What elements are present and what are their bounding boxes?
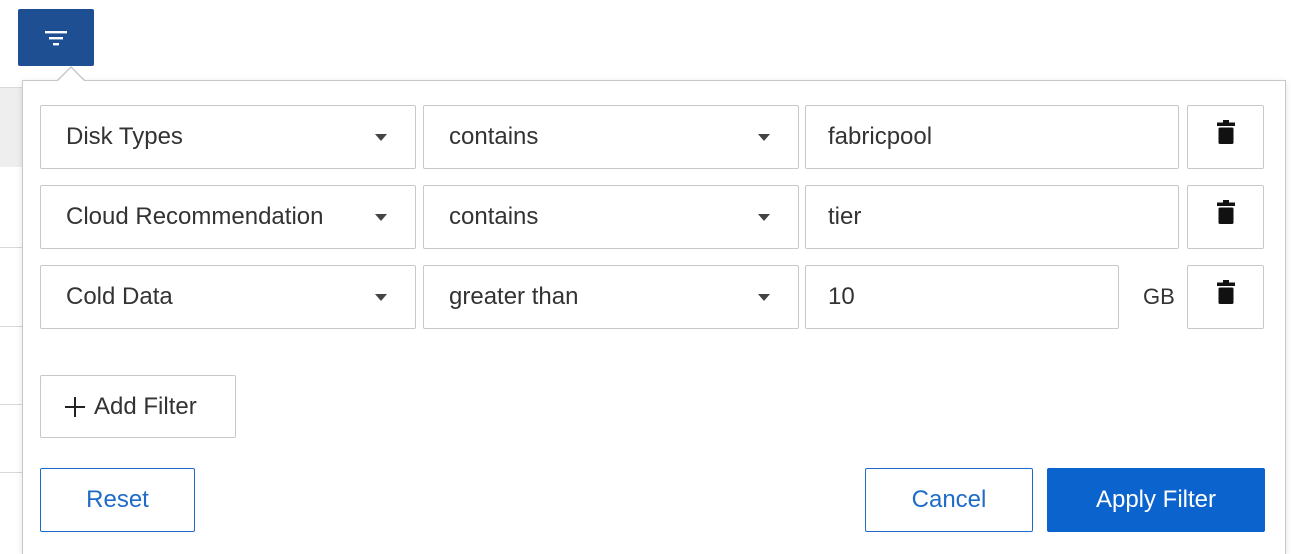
value-input[interactable] <box>805 265 1119 329</box>
add-filter-label: Add Filter <box>94 392 197 420</box>
filter-popover: Disk Types contains Cloud Recommendation… <box>22 80 1286 554</box>
trash-icon <box>1216 200 1235 224</box>
operator-select[interactable]: contains <box>423 105 799 169</box>
field-select[interactable]: Cold Data <box>40 265 416 329</box>
operator-select-value: contains <box>449 123 539 150</box>
trash-icon <box>1216 120 1235 144</box>
caret-down-icon <box>758 134 770 141</box>
add-filter-button[interactable]: Add Filter <box>40 375 236 438</box>
unit-label: GB <box>1143 284 1175 309</box>
filter-row: Cloud Recommendation contains <box>23 185 1285 251</box>
field-select-value: Disk Types <box>66 123 183 150</box>
operator-select-value: contains <box>449 203 539 230</box>
reset-button[interactable]: Reset <box>40 468 195 532</box>
table-divider <box>0 472 22 473</box>
field-select[interactable]: Disk Types <box>40 105 416 169</box>
apply-filter-button[interactable]: Apply Filter <box>1047 468 1265 532</box>
field-select[interactable]: Cloud Recommendation <box>40 185 416 249</box>
table-divider <box>0 326 22 327</box>
caret-down-icon <box>375 294 387 301</box>
filter-row: Cold Data greater than GB <box>23 265 1285 331</box>
operator-select-value: greater than <box>449 283 579 310</box>
plus-icon <box>65 396 85 417</box>
caret-down-icon <box>375 214 387 221</box>
value-input[interactable] <box>805 185 1179 249</box>
table-divider <box>0 87 22 88</box>
field-select-value: Cold Data <box>66 283 173 310</box>
filter-row: Disk Types contains <box>23 105 1285 171</box>
popover-caret-fill <box>58 68 84 81</box>
filter-icon <box>45 30 67 45</box>
operator-select[interactable]: contains <box>423 185 799 249</box>
trash-icon <box>1216 280 1235 304</box>
caret-down-icon <box>758 214 770 221</box>
delete-filter-button[interactable] <box>1187 265 1264 329</box>
delete-filter-button[interactable] <box>1187 185 1264 249</box>
field-select-value: Cloud Recommendation <box>66 203 324 230</box>
table-divider <box>0 247 22 248</box>
operator-select[interactable]: greater than <box>423 265 799 329</box>
caret-down-icon <box>758 294 770 301</box>
table-header-background <box>0 87 22 167</box>
filter-toggle-button[interactable] <box>18 9 94 66</box>
delete-filter-button[interactable] <box>1187 105 1264 169</box>
table-divider <box>0 404 22 405</box>
value-input[interactable] <box>805 105 1179 169</box>
cancel-button[interactable]: Cancel <box>865 468 1033 532</box>
caret-down-icon <box>375 134 387 141</box>
